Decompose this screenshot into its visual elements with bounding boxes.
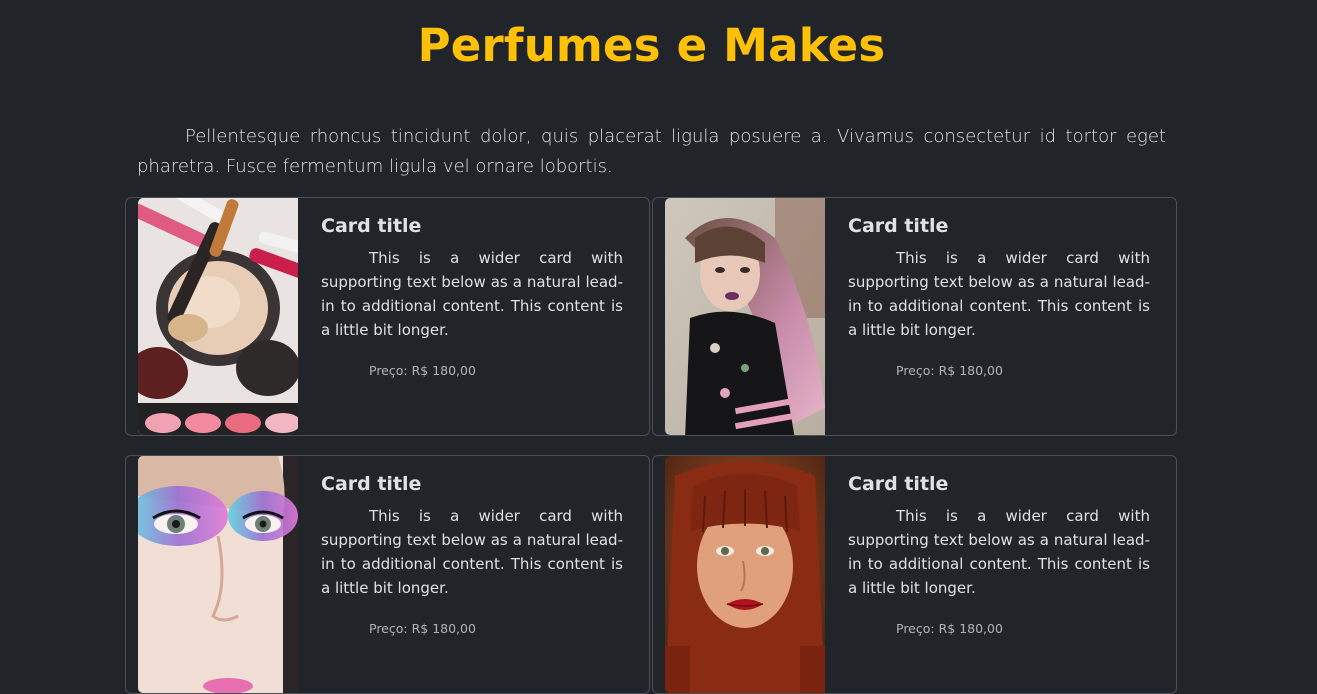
card-text: This is a wider card with supporting tex… bbox=[848, 249, 1150, 339]
card-title: Card title bbox=[848, 215, 949, 237]
product-card: Card title This is a wider card with sup… bbox=[652, 197, 1177, 436]
card-price: Preço: R$ 180,00 bbox=[369, 621, 476, 636]
product-card: Card title This is a wider card with sup… bbox=[125, 455, 650, 694]
product-image-red-hair bbox=[665, 456, 825, 693]
card-title: Card title bbox=[321, 215, 422, 237]
card-text: This is a wider card with supporting tex… bbox=[321, 507, 623, 597]
card-price: Preço: R$ 180,00 bbox=[896, 621, 1003, 636]
product-image-eye-makeup bbox=[138, 456, 298, 693]
product-image-makeup bbox=[138, 198, 298, 435]
product-card: Card title This is a wider card with sup… bbox=[652, 455, 1177, 694]
product-image-pink-hair bbox=[665, 198, 825, 435]
intro-paragraph: Pellentesque rhoncus tincidunt dolor, qu… bbox=[137, 126, 1166, 177]
card-price: Preço: R$ 180,00 bbox=[369, 363, 476, 378]
card-title: Card title bbox=[321, 473, 422, 495]
card-text: This is a wider card with supporting tex… bbox=[848, 507, 1150, 597]
card-text: This is a wider card with supporting tex… bbox=[321, 249, 623, 339]
card-price: Preço: R$ 180,00 bbox=[896, 363, 1003, 378]
product-card: Card title This is a wider card with sup… bbox=[125, 197, 650, 436]
page-title: Perfumes e Makes bbox=[417, 19, 886, 72]
card-title: Card title bbox=[848, 473, 949, 495]
